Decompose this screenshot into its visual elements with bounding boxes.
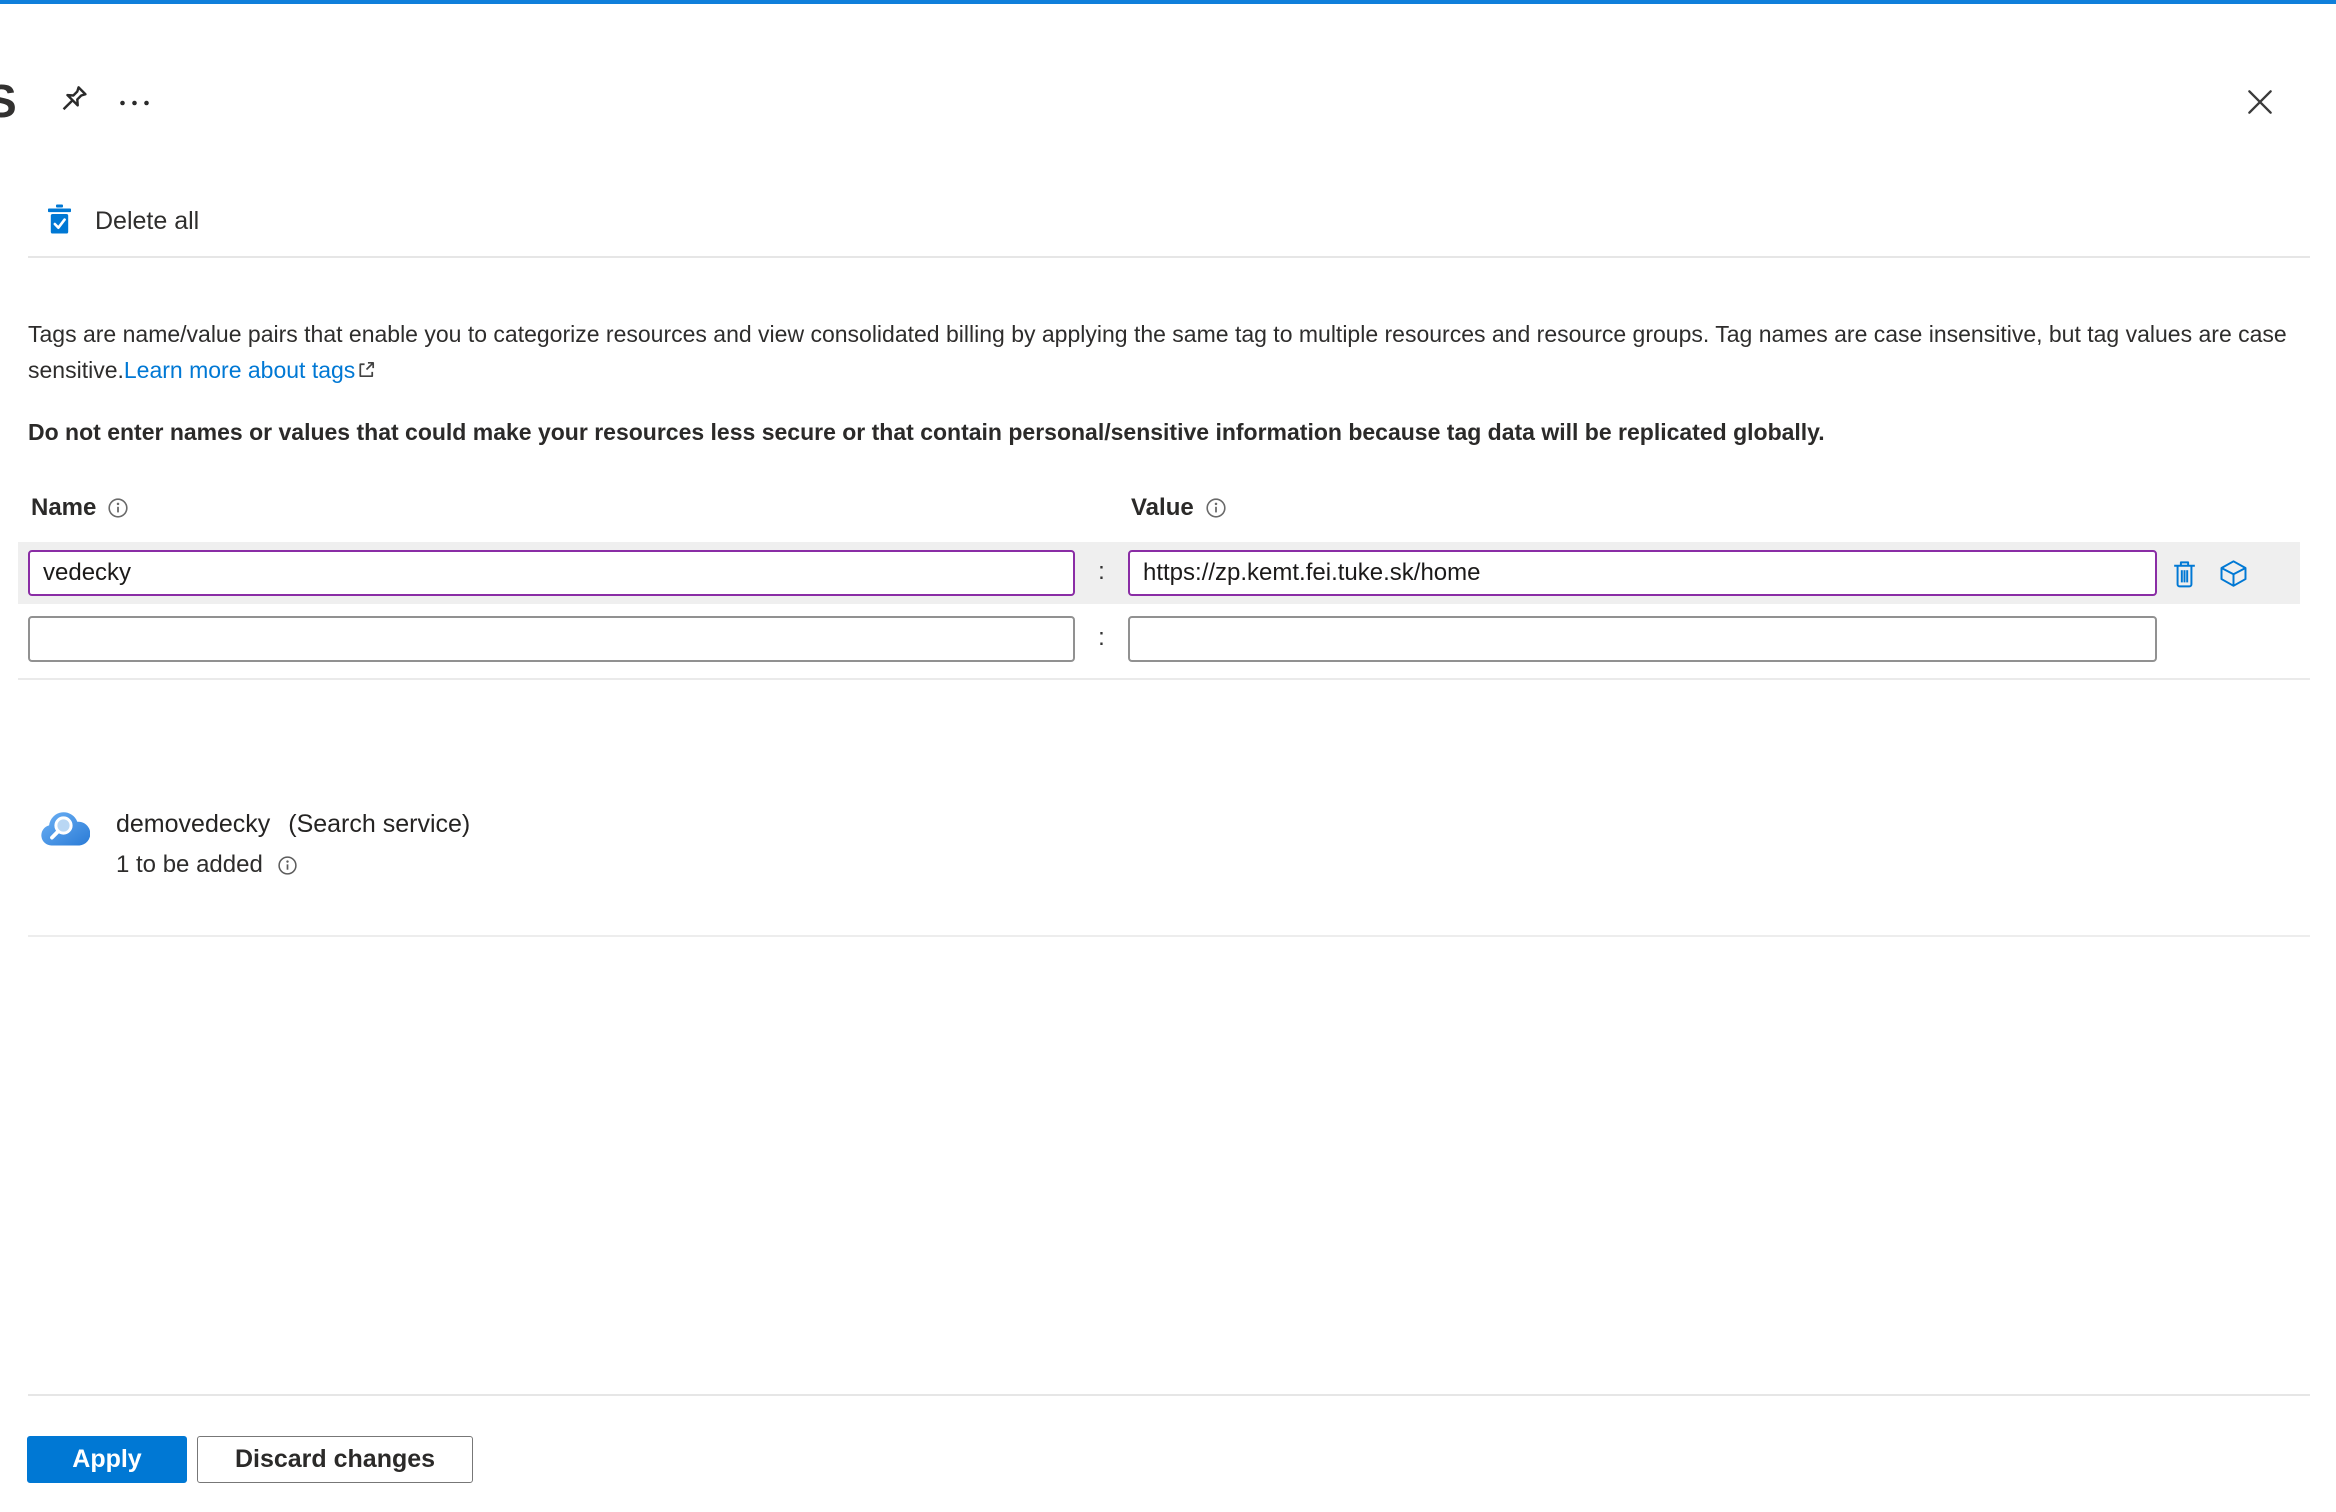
trash-icon	[2171, 560, 2198, 592]
toolbar-divider	[28, 256, 2310, 258]
name-header-label: Name	[31, 494, 97, 521]
resource-pending: 1 to be added	[116, 851, 470, 879]
name-info-icon[interactable]	[107, 497, 129, 519]
tag-row: :	[18, 542, 2300, 604]
resource-text: demovedecky (Search service) 1 to be add…	[116, 808, 470, 879]
resource-divider	[28, 935, 2310, 937]
tag-rows: :	[18, 542, 2310, 680]
tags-warning: Do not enter names or values that could …	[28, 419, 1825, 445]
colon-separator: :	[1098, 558, 1105, 585]
more-options-button[interactable]	[118, 98, 154, 108]
tags-blade: S Delete all Tags are name/value pairs t…	[0, 0, 2336, 1512]
colon-separator: :	[1098, 624, 1105, 651]
resource-name: demovedecky	[116, 810, 271, 838]
tag-name-input[interactable]	[28, 550, 1075, 596]
tag-table-headers: Name Value	[28, 494, 2310, 522]
tag-name-input[interactable]	[28, 616, 1075, 662]
learn-more-link[interactable]: Learn more about tags	[124, 357, 355, 383]
delete-all-icon	[46, 204, 73, 238]
resource-cube-button[interactable]	[2218, 558, 2249, 589]
pending-info-icon[interactable]	[277, 855, 298, 876]
delete-all-label: Delete all	[95, 206, 200, 235]
name-column-header: Name	[28, 494, 1075, 522]
pending-count-label: 1 to be added	[116, 851, 263, 878]
row-actions	[2157, 558, 2300, 589]
tags-content: Tags are name/value pairs that enable yo…	[18, 316, 2310, 937]
value-header-label: Value	[1131, 494, 1194, 521]
apply-button[interactable]: Apply	[27, 1436, 187, 1483]
value-column-header: Value	[1128, 494, 2157, 522]
delete-tag-button[interactable]	[2171, 558, 2198, 589]
rows-divider	[18, 678, 2310, 680]
external-link-icon	[356, 359, 377, 385]
pin-icon	[56, 86, 90, 121]
tag-value-input[interactable]	[1128, 550, 2157, 596]
cube-icon	[2218, 559, 2249, 592]
delete-all-button[interactable]: Delete all	[46, 204, 199, 238]
discard-changes-button[interactable]: Discard changes	[197, 1436, 473, 1483]
resource-type: (Search service)	[288, 810, 471, 838]
tag-value-input[interactable]	[1128, 616, 2157, 662]
pin-button[interactable]	[56, 84, 90, 118]
top-accent-bar	[0, 0, 2336, 4]
resource-summary: demovedecky (Search service) 1 to be add…	[38, 808, 2310, 879]
tags-description: Tags are name/value pairs that enable yo…	[28, 316, 2310, 390]
search-service-icon	[38, 808, 91, 853]
blade-title-partial: S	[0, 75, 17, 127]
tag-row: :	[18, 610, 2300, 668]
resource-title: demovedecky (Search service)	[116, 810, 470, 839]
close-button[interactable]	[2244, 86, 2276, 118]
footer-divider	[28, 1394, 2310, 1396]
close-icon	[2244, 90, 2276, 121]
value-info-icon[interactable]	[1205, 497, 1227, 519]
ellipsis-icon	[118, 96, 154, 111]
